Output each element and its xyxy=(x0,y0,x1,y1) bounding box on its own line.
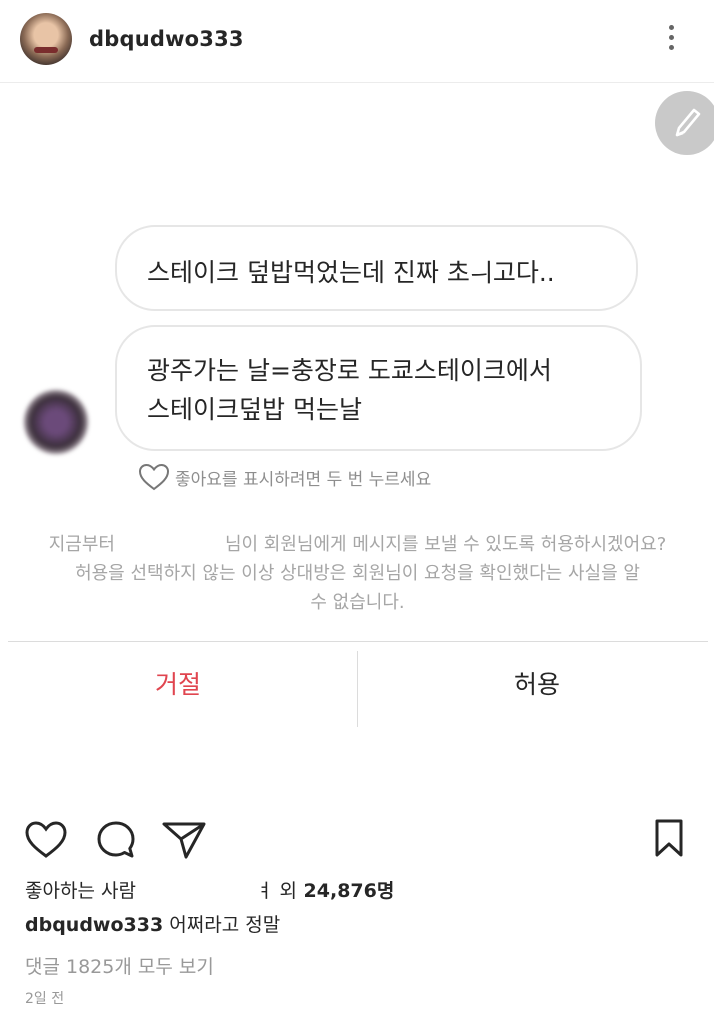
likes-prefix: 좋아하는 사람 xyxy=(25,880,136,902)
post-header: dbqudwo333 xyxy=(0,0,714,83)
divider xyxy=(357,651,358,727)
message-request-notice: 지금부터 님이 회원님에게 메시지를 보낼 수 있도록 허용하시겠어요? 허용을 … xyxy=(20,530,695,617)
request-text: 수 없습니다. xyxy=(310,592,405,613)
profile-avatar[interactable] xyxy=(20,13,72,65)
divider xyxy=(8,641,708,642)
like-hint-text: 좋아요를 표시하려면 두 번 누르세요 xyxy=(175,469,432,490)
post-timestamp: 2일 전 xyxy=(25,991,65,1007)
bookmark-icon[interactable] xyxy=(654,818,684,858)
allow-button[interactable]: 허용 xyxy=(437,664,637,702)
message-text: 스테이크덮밥 먹는날 xyxy=(147,395,362,424)
request-text: 님이 회원님에게 메시지를 보낼 수 있도록 허용하시겠어요? xyxy=(224,534,667,555)
message-bubble: 스테이크 덮밥먹었는데 진짜 초ㅢ고다.. xyxy=(115,225,638,311)
likes-count: 24,876명 xyxy=(303,880,395,902)
caption-text: 어쩌라고 정말 xyxy=(169,914,281,936)
heart-outline-icon xyxy=(138,463,170,491)
comment-icon[interactable] xyxy=(95,819,137,861)
message-text: 스테이크 덮밥먹었는데 진짜 초ㅢ고다.. xyxy=(147,258,555,287)
likes-suffix: ㅕ 외 xyxy=(255,880,297,902)
heart-icon[interactable] xyxy=(24,820,68,860)
edit-button[interactable] xyxy=(655,91,714,155)
pencil-icon xyxy=(675,108,701,137)
caption-username[interactable]: dbqudwo333 xyxy=(25,914,163,936)
post-action-bar xyxy=(0,812,714,866)
decline-button[interactable]: 거절 xyxy=(78,664,278,702)
view-all-comments-link[interactable]: 댓글 1825개 모두 보기 xyxy=(25,952,214,979)
message-bubble: 광주가는 날=충장로 도쿄스테이크에서 스테이크덮밥 먹는날 xyxy=(115,325,642,451)
request-text: 지금부터 xyxy=(48,534,115,555)
header-username[interactable]: dbqudwo333 xyxy=(89,27,244,51)
share-icon[interactable] xyxy=(161,819,207,861)
double-tap-like-hint[interactable]: 좋아요를 표시하려면 두 번 누르세요 xyxy=(137,462,431,492)
message-text: 광주가는 날=충장로 도쿄스테이크에서 xyxy=(147,356,552,385)
more-vertical-icon[interactable] xyxy=(664,22,678,56)
likes-summary[interactable]: 좋아하는 사람 ㅕ 외 24,876명 xyxy=(25,876,394,903)
request-text: 허용을 선택하지 않는 이상 상대방은 회원님이 요청을 확인했다는 사실을 알 xyxy=(75,563,640,584)
post-caption: dbqudwo333 어쩌라고 정말 xyxy=(25,910,280,937)
sender-avatar[interactable] xyxy=(24,390,88,454)
